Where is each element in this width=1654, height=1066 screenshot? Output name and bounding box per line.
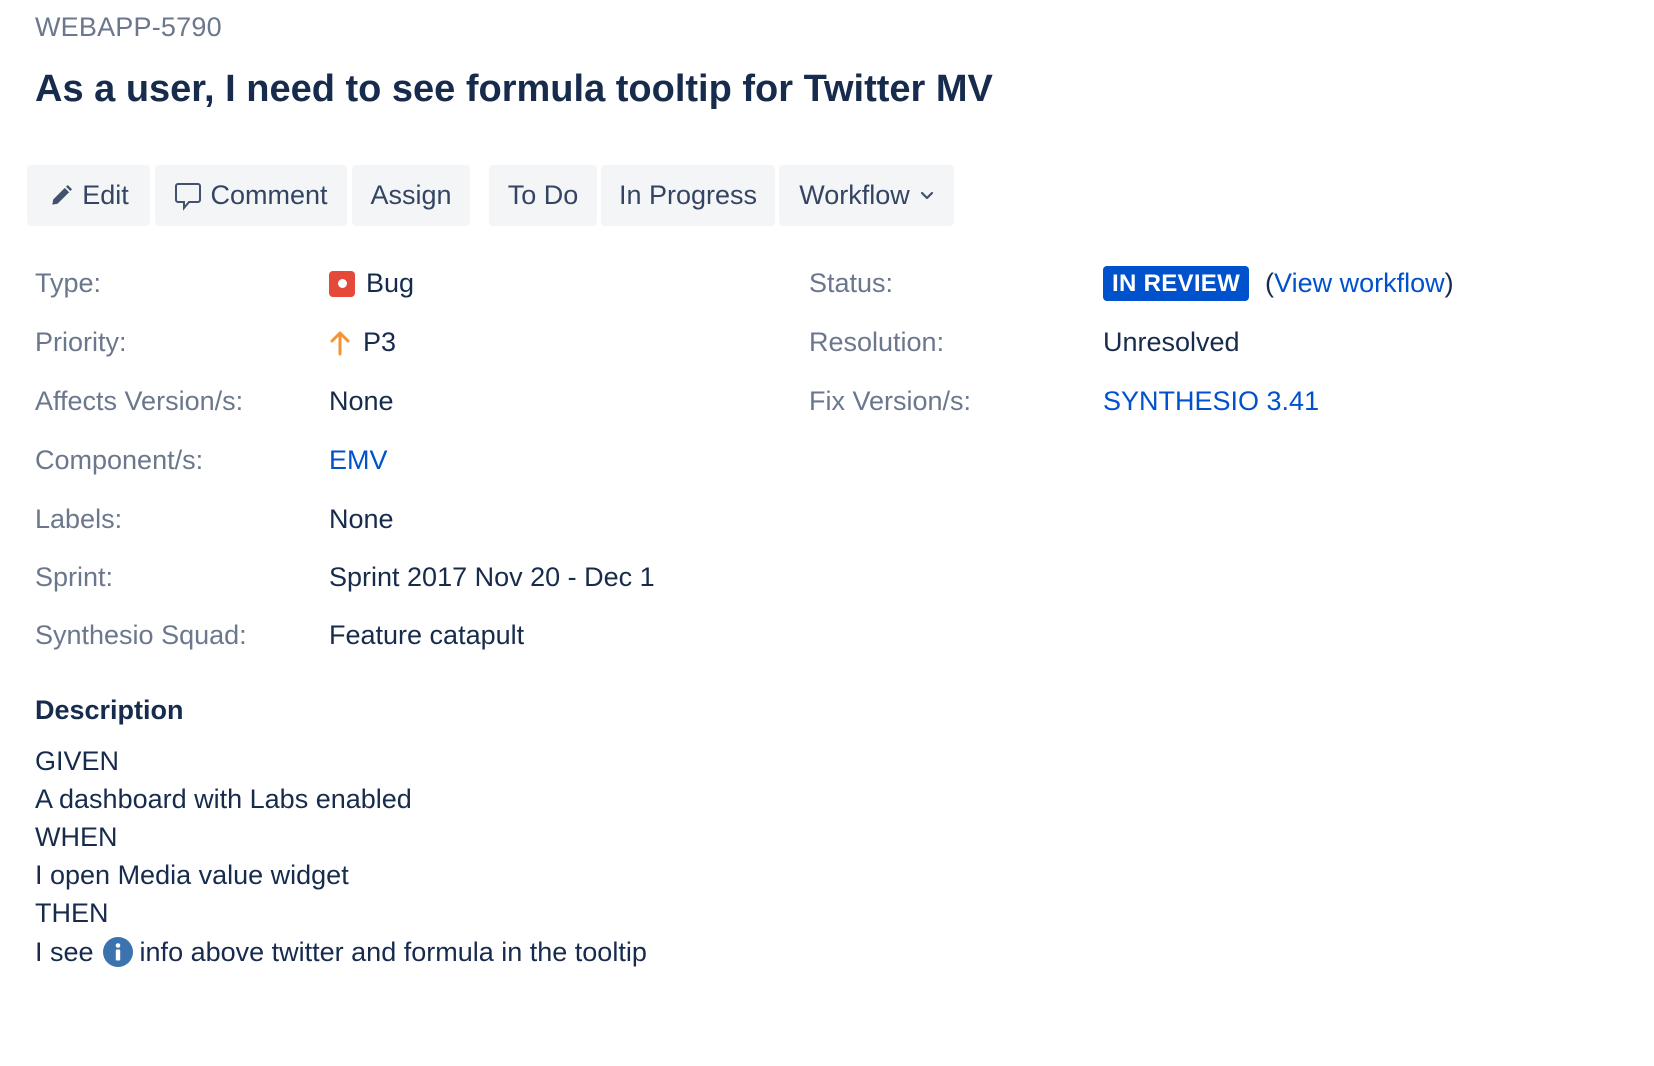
description-line: I open Media value widget [35,860,349,890]
status-label: Status: [809,268,894,298]
assign-button[interactable]: Assign [352,165,470,226]
description-line: GIVEN [35,746,120,776]
squad-label: Synthesio Squad: [35,620,247,650]
pencil-icon [48,183,74,209]
priority-label: Priority: [35,327,127,357]
sprint-label: Sprint: [35,562,114,592]
info-icon [102,936,134,968]
workflow-dropdown-label: Workflow [799,180,910,210]
description-line: THEN [35,898,109,928]
arrow-up-icon [329,330,351,356]
fix-versions-label: Fix Version/s: [809,386,972,416]
type-value-text: Bug [366,268,415,298]
type-label: Type: [35,268,102,298]
status-badge: IN REVIEW [1103,266,1250,301]
to-do-button[interactable]: To Do [489,165,597,226]
fix-versions-link[interactable]: SYNTHESIO 3.41 [1103,386,1319,417]
view-workflow-open-paren: ( [1265,268,1275,298]
in-progress-button[interactable]: In Progress [601,165,775,226]
description-heading: Description [35,695,184,725]
issue-title: As a user, I need to see formula tooltip… [35,68,993,110]
description-text-before-icon: I see [35,936,94,967]
description-text-after-icon: info above twitter and formula in the to… [139,936,647,967]
issue-key[interactable]: WEBAPP-5790 [35,12,222,43]
view-workflow-link[interactable]: View workflow [1274,268,1445,299]
edit-button-label: Edit [82,180,129,210]
comment-icon [174,181,202,211]
components-label: Component/s: [35,445,204,475]
comment-button-label: Comment [210,180,328,210]
labels-value: None [329,504,394,534]
resolution-label: Resolution: [809,327,945,357]
resolution-value: Unresolved [1103,327,1240,357]
edit-button[interactable]: Edit [27,165,150,226]
status-value: IN REVIEW ( View workflow ) [1103,266,1454,301]
affects-versions-label: Affects Version/s: [35,386,244,416]
chevron-down-icon [920,191,934,201]
components-link[interactable]: EMV [329,445,388,476]
labels-label: Labels: [35,504,123,534]
bug-icon [329,270,355,297]
comment-button[interactable]: Comment [155,165,347,226]
squad-value: Feature catapult [329,620,525,650]
description-line-last: I see info above twitter and formula in … [35,936,647,968]
affects-versions-value: None [329,386,394,416]
type-value[interactable]: Bug [329,268,414,299]
priority-value-text: P3 [363,327,397,357]
priority-value[interactable]: P3 [329,327,396,358]
sprint-value[interactable]: Sprint 2017 Nov 20 - Dec 1 [329,562,655,593]
description-line: A dashboard with Labs enabled [35,784,412,814]
workflow-dropdown[interactable]: Workflow [779,165,954,226]
view-workflow-close-paren: ) [1444,268,1454,298]
description-line: WHEN [35,822,118,852]
